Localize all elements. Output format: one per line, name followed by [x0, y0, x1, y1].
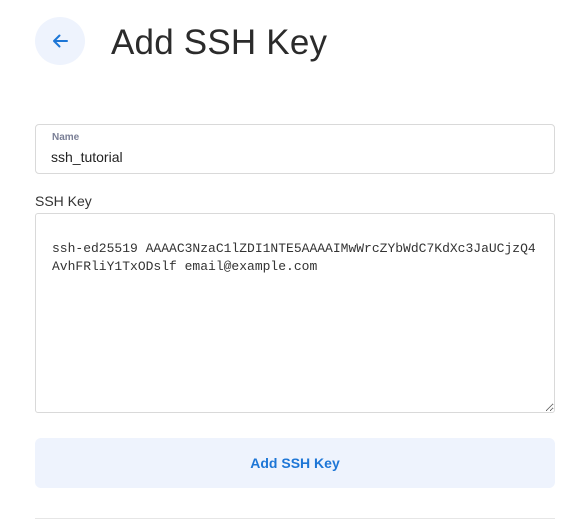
divider: [35, 518, 555, 519]
back-button[interactable]: [35, 17, 85, 65]
name-label: Name: [52, 132, 80, 143]
name-input[interactable]: [51, 147, 531, 167]
ssh-key-label: SSH Key: [35, 193, 92, 209]
add-ssh-key-button[interactable]: Add SSH Key: [35, 438, 555, 488]
ssh-key-textarea[interactable]: ssh-ed25519 AAAAC3NzaC1lZDI1NTE5AAAAIMwW…: [35, 213, 555, 413]
add-ssh-key-page: Add SSH Key Name SSH Key ssh-ed25519 AAA…: [0, 0, 587, 530]
name-field[interactable]: Name: [35, 124, 555, 174]
arrow-left-icon: [53, 34, 68, 48]
page-title: Add SSH Key: [111, 23, 328, 62]
